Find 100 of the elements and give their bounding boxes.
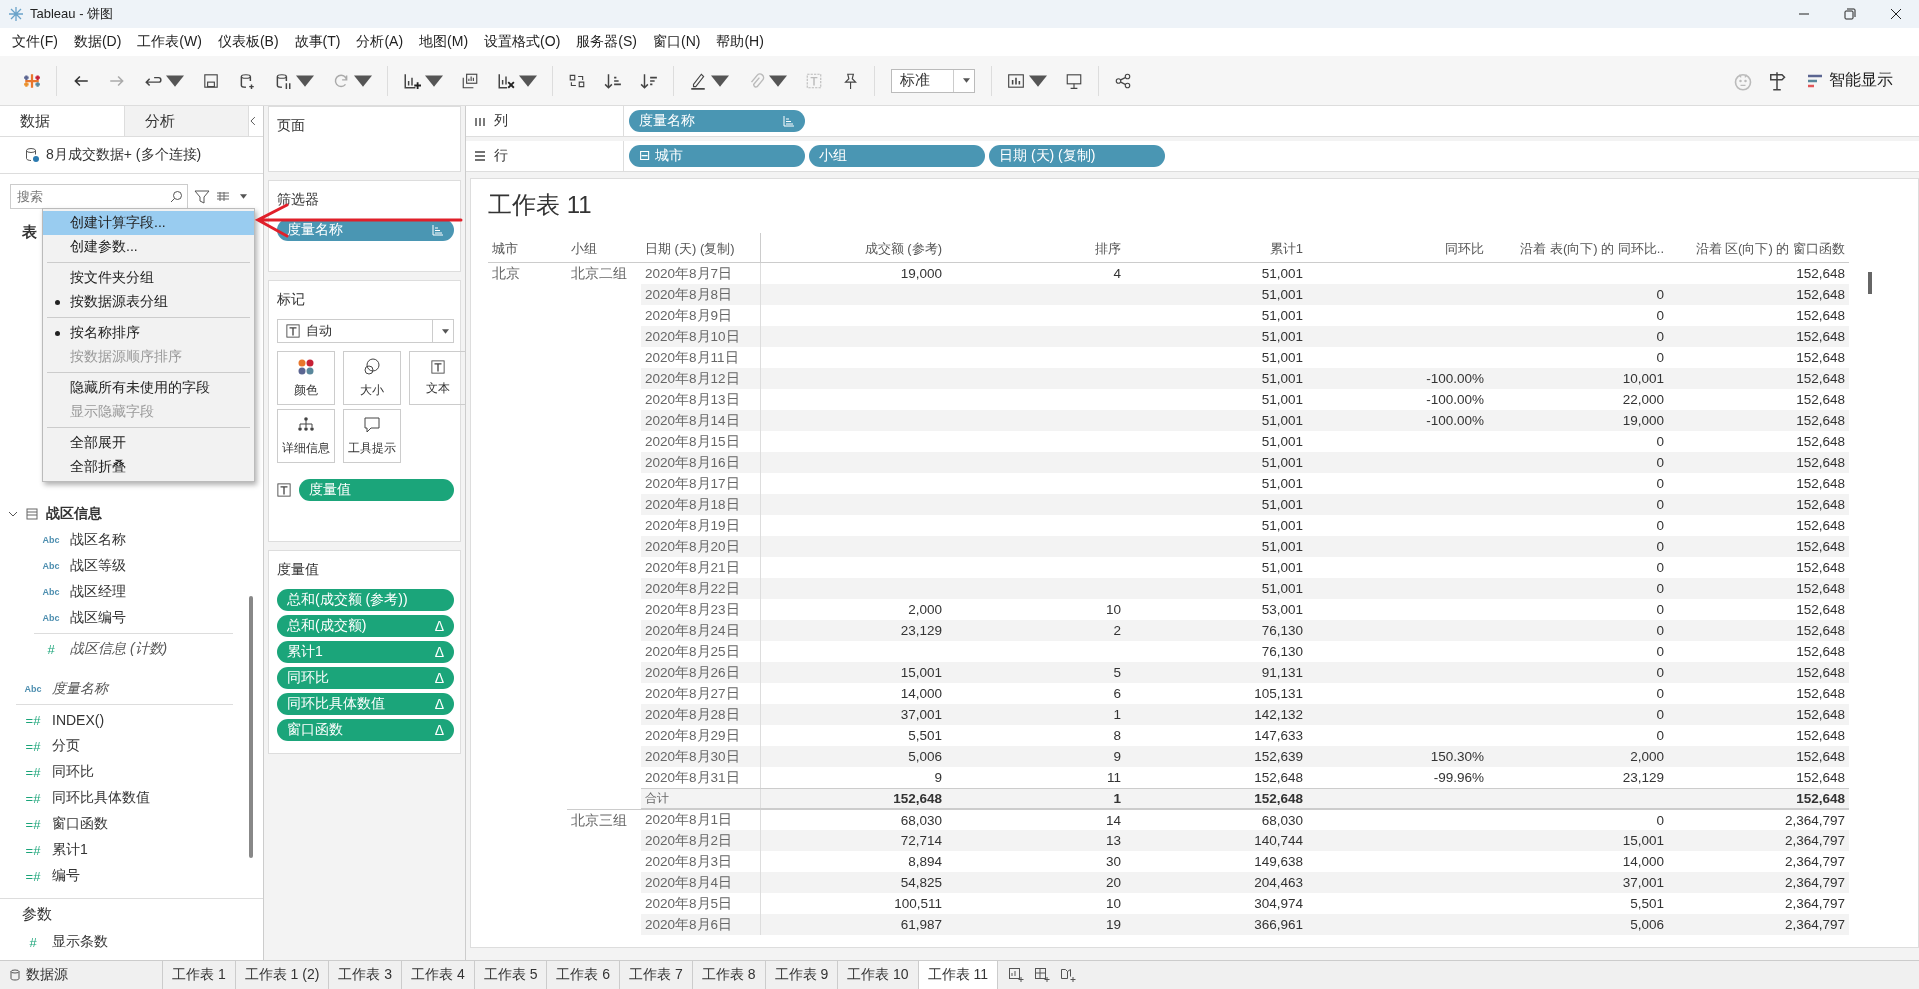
- menu-item[interactable]: 故事(T): [286, 33, 349, 51]
- field-item[interactable]: 战区名称: [70, 531, 126, 549]
- sheet-tab[interactable]: 工作表 1: [163, 961, 236, 989]
- signpost-icon[interactable]: [1767, 70, 1787, 91]
- restore-icon[interactable]: [1844, 8, 1856, 20]
- mark-button[interactable]: 颜色: [277, 351, 335, 405]
- mark-button[interactable]: 工具提示: [343, 409, 401, 463]
- table-cell-text: -100.00%: [1425, 412, 1485, 430]
- new-story-icon[interactable]: [1060, 967, 1077, 983]
- duplicate-chart-icon[interactable]: [461, 71, 479, 90]
- scrollbar[interactable]: [1868, 272, 1872, 294]
- database-plus-icon[interactable]: [238, 71, 256, 90]
- sheet-tab[interactable]: 工作表 6: [547, 961, 621, 989]
- menu-item[interactable]: 按文件夹分组: [43, 266, 254, 290]
- sheet-tab[interactable]: 工作表 11: [918, 961, 999, 989]
- menu-item[interactable]: 窗口(N): [645, 33, 709, 51]
- data-source-name[interactable]: 8月成交数据+ (多个连接): [46, 146, 202, 164]
- dropdown-caret-icon[interactable]: [962, 78, 970, 83]
- database-check-icon: [24, 147, 40, 163]
- field-item[interactable]: INDEX(): [52, 712, 105, 728]
- new-worksheet-icon[interactable]: [1008, 967, 1025, 983]
- table-cell: 2020年8月30日: [641, 746, 761, 767]
- table-cell-text: 149,638: [1253, 853, 1304, 871]
- menu-item[interactable]: 按名称排序: [43, 321, 254, 345]
- sheet-tab[interactable]: 数据源: [0, 961, 163, 989]
- menu-item[interactable]: 全部折叠: [43, 455, 254, 479]
- field-item[interactable]: 战区信息 (计数): [70, 640, 168, 658]
- collapse-icon[interactable]: [249, 115, 257, 127]
- parameter-item[interactable]: 显示条数: [52, 933, 108, 951]
- table-cell-text: 2,000: [907, 601, 943, 619]
- menu-item[interactable]: 全部展开: [43, 431, 254, 455]
- menu-item[interactable]: 数据(D): [65, 33, 130, 51]
- field-item[interactable]: 同环比具体数值: [52, 789, 150, 807]
- clear-chart-icon[interactable]: [497, 71, 515, 90]
- chevron-icon[interactable]: [8, 509, 18, 519]
- field-item[interactable]: 累计1: [52, 841, 88, 859]
- show-me-button[interactable]: 智能显示: [1801, 66, 1899, 95]
- pen-icon[interactable]: [689, 71, 707, 90]
- sort-descending-icon[interactable]: [640, 71, 658, 90]
- database-pause-icon[interactable]: [274, 71, 292, 90]
- sort-icon[interactable]: [783, 115, 795, 127]
- table-name[interactable]: 战区信息: [46, 505, 102, 523]
- filter-icon[interactable]: [194, 188, 210, 205]
- table-cell: 2020年8月6日: [641, 914, 761, 935]
- pane-tab[interactable]: 分析: [124, 106, 250, 136]
- column-header: 小组: [567, 233, 641, 263]
- field-item[interactable]: 分页: [52, 737, 80, 755]
- search-field[interactable]: 搜索: [10, 184, 188, 209]
- table-cell-text: 152,648: [1795, 790, 1846, 808]
- sort-icon[interactable]: [432, 224, 444, 236]
- close-icon[interactable]: [1890, 8, 1902, 20]
- field-item[interactable]: 编号: [52, 867, 80, 885]
- mark-button[interactable]: 详细信息: [277, 409, 335, 463]
- new-dashboard-icon[interactable]: [1034, 967, 1051, 983]
- bar-chart-icon[interactable]: [1007, 71, 1025, 90]
- dropdown-caret-icon[interactable]: [441, 328, 449, 334]
- scrollbar[interactable]: [249, 596, 253, 858]
- menu-item[interactable]: 帮助(H): [708, 33, 772, 51]
- mark-type-dropdown[interactable]: 自动: [277, 319, 454, 343]
- menu-item[interactable]: 仪表板(B): [209, 33, 287, 51]
- menu-item[interactable]: 服务器(S): [568, 33, 645, 51]
- sheet-tab[interactable]: 工作表 3: [329, 961, 403, 989]
- menu-item[interactable]: 创建参数...: [43, 235, 254, 259]
- logo-icon[interactable]: [23, 71, 41, 90]
- field-item[interactable]: 窗口函数: [52, 815, 108, 833]
- table-cell-text: 51,001: [1260, 286, 1304, 304]
- sheet-tab[interactable]: 工作表 1 (2): [235, 961, 330, 989]
- sort-ascending-icon[interactable]: [604, 71, 622, 90]
- sheet-tab[interactable]: 工作表 7: [620, 961, 693, 989]
- menu-item[interactable]: 按数据源表分组: [43, 290, 254, 314]
- field-item[interactable]: 战区编号: [70, 609, 126, 627]
- menu-item[interactable]: 工作表(W): [129, 33, 210, 51]
- field-item[interactable]: 战区等级: [70, 557, 126, 575]
- menu-item[interactable]: 地图(M): [411, 33, 477, 51]
- sheet-tab[interactable]: 工作表 9: [765, 961, 839, 989]
- menu-item[interactable]: 文件(F): [4, 33, 66, 51]
- menu-item[interactable]: 创建计算字段...: [43, 211, 254, 235]
- field-item[interactable]: 战区经理: [70, 583, 126, 601]
- sheet-tab[interactable]: 工作表 5: [474, 961, 548, 989]
- mark-button[interactable]: 大小: [343, 351, 401, 405]
- table-cell-text: 8,894: [907, 853, 943, 871]
- sheet-tab[interactable]: 工作表 10: [838, 961, 919, 989]
- list-view-icon[interactable]: [216, 190, 230, 203]
- sheet-tab[interactable]: 工作表 4: [402, 961, 475, 989]
- sheet-tab[interactable]: 工作表 8: [692, 961, 766, 989]
- field-item[interactable]: 度量名称: [52, 680, 108, 698]
- share-icon[interactable]: [1114, 71, 1132, 90]
- save-icon[interactable]: [202, 71, 220, 90]
- view-size-dropdown[interactable]: 标准: [891, 68, 975, 93]
- table-cell-text: 23,129: [1621, 769, 1665, 787]
- menu-item[interactable]: 设置格式(O): [476, 33, 569, 51]
- table-cell-text: 0: [1655, 706, 1665, 724]
- menu-item[interactable]: 分析(A): [348, 33, 412, 51]
- menu-caret-icon[interactable]: [240, 194, 247, 199]
- table-cell-text: 152,648: [1795, 727, 1846, 745]
- menu-item[interactable]: 隐藏所有未使用的字段: [43, 376, 254, 400]
- pin-icon[interactable]: [841, 71, 859, 90]
- presentation-icon[interactable]: [1065, 71, 1083, 90]
- field-item[interactable]: 同环比: [52, 763, 94, 781]
- new-chart-icon[interactable]: [403, 71, 421, 90]
